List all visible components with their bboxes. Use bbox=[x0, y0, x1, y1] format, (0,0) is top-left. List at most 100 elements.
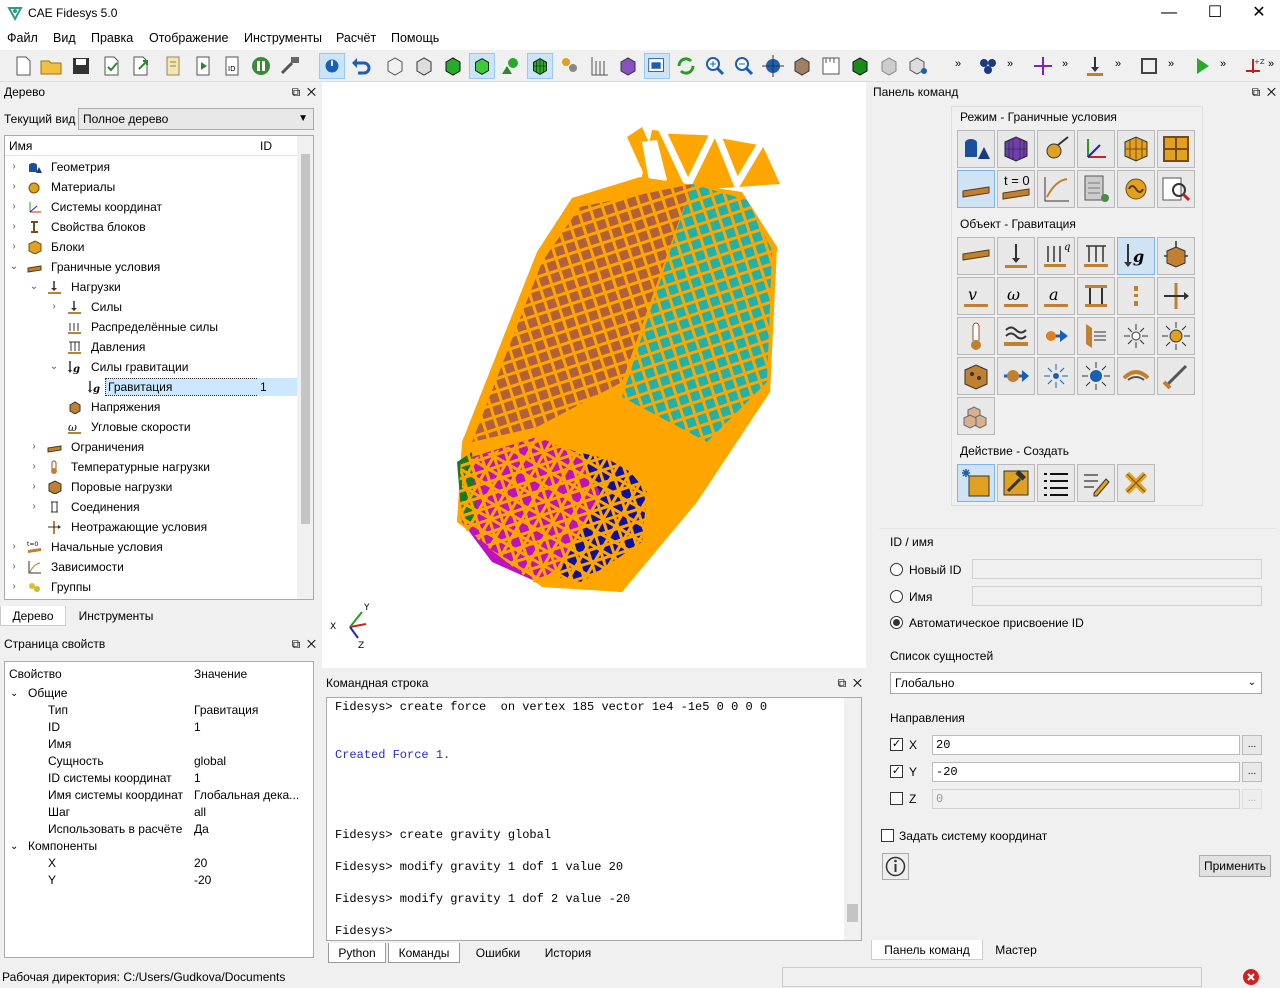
axis-grid-icon[interactable] bbox=[586, 53, 612, 79]
toolbar-overflow-6[interactable]: » bbox=[1220, 58, 1226, 70]
tree-item[interactable]: ⌄ Граничные условия bbox=[5, 257, 297, 277]
obj-nonreflecting-button[interactable] bbox=[957, 397, 995, 435]
dir-z-input[interactable]: 0 bbox=[932, 789, 1240, 809]
cluster-icon[interactable] bbox=[975, 53, 1001, 79]
dir-z-checkbox[interactable] bbox=[890, 792, 903, 805]
action-edit-list-button[interactable] bbox=[1077, 464, 1115, 502]
new-id-radio[interactable] bbox=[890, 563, 903, 576]
zoom-in-icon[interactable] bbox=[702, 53, 728, 79]
tab-history[interactable]: История bbox=[534, 943, 602, 963]
group-bodies-icon[interactable] bbox=[556, 53, 582, 79]
id-file-icon[interactable]: ID bbox=[219, 53, 245, 79]
new-file-icon[interactable] bbox=[10, 53, 36, 79]
purple-cube-icon[interactable] bbox=[615, 53, 641, 79]
chevron-down-icon[interactable]: ⌄ bbox=[49, 357, 59, 377]
obj-source-button[interactable] bbox=[1037, 357, 1075, 395]
chevron-right-icon[interactable]: › bbox=[9, 537, 19, 557]
run-script-icon[interactable] bbox=[190, 53, 216, 79]
results-axis-icon[interactable]: +Z bbox=[1240, 53, 1266, 79]
dir-z-browse-button[interactable]: ... bbox=[1242, 789, 1262, 809]
minimize-button[interactable]: — bbox=[1146, 0, 1192, 28]
force-down-icon[interactable] bbox=[1082, 53, 1108, 79]
dir-y-checkbox[interactable]: ✓ bbox=[890, 765, 903, 778]
toolbar-overflow-4[interactable]: » bbox=[1115, 58, 1121, 70]
frame-icon[interactable] bbox=[1136, 53, 1162, 79]
tab-tree[interactable]: Дерево bbox=[0, 606, 66, 626]
tree-item[interactable]: › Геометрия bbox=[5, 157, 297, 177]
chevron-right-icon[interactable]: › bbox=[9, 577, 19, 597]
toolbar-overflow-1[interactable]: » bbox=[955, 58, 961, 70]
tree-col-id[interactable]: ID bbox=[260, 139, 272, 153]
toolbar-overflow-2[interactable]: » bbox=[1007, 58, 1013, 70]
menu-display[interactable]: Отображение bbox=[149, 31, 228, 45]
mode-block-props-button[interactable] bbox=[1157, 130, 1195, 168]
tree-item[interactable]: ω Угловые скорости bbox=[5, 417, 297, 437]
entities-select[interactable]: Глобально ⌄ bbox=[890, 672, 1262, 694]
save-icon[interactable] bbox=[68, 53, 94, 79]
tree-item[interactable]: Напряжения bbox=[5, 397, 297, 417]
obj-contact-button[interactable] bbox=[1117, 357, 1155, 395]
tree-item[interactable]: › Ограничения bbox=[5, 437, 297, 457]
chevron-right-icon[interactable]: › bbox=[49, 297, 59, 317]
mode-inspect-button[interactable] bbox=[1157, 170, 1195, 208]
tree-item[interactable]: Распределённые силы bbox=[5, 317, 297, 337]
chevron-right-icon[interactable]: › bbox=[29, 437, 39, 457]
tree-item[interactable]: ⌄ g Силы гравитации bbox=[5, 357, 297, 377]
tree-view[interactable]: Имя ID › Геометрия › Материалы › Системы коор… bbox=[4, 135, 314, 600]
obj-acceleration-button[interactable]: a bbox=[1037, 277, 1075, 315]
hidden-line-cube-icon[interactable] bbox=[411, 53, 437, 79]
mode-mesh-button[interactable] bbox=[997, 130, 1035, 168]
smooth-shade-button[interactable] bbox=[469, 53, 495, 79]
tree-item[interactable]: Неотражающие условия bbox=[5, 517, 297, 537]
zoom-out-icon[interactable] bbox=[731, 53, 757, 79]
shaded-cube-icon[interactable] bbox=[440, 53, 466, 79]
tab-wizard[interactable]: Мастер bbox=[983, 940, 1049, 960]
tree-panel-buttons[interactable]: ⧉ ✕ bbox=[292, 82, 316, 102]
action-create-button[interactable] bbox=[957, 464, 995, 502]
select-mode-button[interactable] bbox=[319, 53, 345, 79]
ruler-icon[interactable] bbox=[818, 53, 844, 79]
chevron-right-icon[interactable]: › bbox=[9, 557, 19, 577]
props-panel-buttons[interactable]: ⧉ ✕ bbox=[292, 634, 316, 654]
geometry-shapes-icon[interactable] bbox=[498, 53, 524, 79]
obj-pressure-button[interactable] bbox=[1077, 237, 1115, 275]
tree-scrollbar[interactable] bbox=[297, 136, 313, 599]
transparent-cube-icon[interactable] bbox=[876, 53, 902, 79]
cmd-scroll-thumb[interactable] bbox=[847, 904, 858, 922]
apply-button[interactable]: Применить bbox=[1199, 855, 1271, 877]
crosshair-icon[interactable] bbox=[1030, 53, 1056, 79]
menu-view[interactable]: Вид bbox=[53, 31, 76, 45]
tab-tools[interactable]: Инструменты bbox=[66, 606, 166, 626]
obj-temperature-button[interactable] bbox=[957, 317, 995, 355]
chevron-right-icon[interactable]: › bbox=[9, 177, 19, 197]
menu-tools[interactable]: Инструменты bbox=[244, 31, 322, 45]
view-fit-button[interactable] bbox=[644, 53, 670, 79]
obj-convection-button[interactable] bbox=[1037, 317, 1075, 355]
obj-sink-button[interactable] bbox=[1077, 357, 1115, 395]
maximize-button[interactable]: ☐ bbox=[1192, 0, 1238, 28]
tree-item[interactable]: Давления bbox=[5, 337, 297, 357]
action-list-button[interactable] bbox=[1037, 464, 1075, 502]
auto-id-radio[interactable] bbox=[890, 616, 903, 629]
coord-system-checkbox[interactable] bbox=[881, 829, 894, 842]
settings-tools-icon[interactable] bbox=[277, 53, 303, 79]
toolbar-overflow-7[interactable]: » bbox=[1268, 58, 1274, 70]
tree-item[interactable]: › t=0 Начальные условия bbox=[5, 537, 297, 557]
solid-green-icon[interactable] bbox=[847, 53, 873, 79]
menu-calc[interactable]: Расчёт bbox=[336, 31, 376, 45]
open-folder-icon[interactable] bbox=[38, 53, 64, 79]
obj-angular-velocity-button[interactable]: ω bbox=[997, 277, 1035, 315]
tree-item[interactable]: › Поровые нагрузки bbox=[5, 477, 297, 497]
dir-x-checkbox[interactable]: ✓ bbox=[890, 738, 903, 751]
info-button[interactable] bbox=[882, 853, 909, 880]
mode-initial-cond-button[interactable]: t = 0 bbox=[997, 170, 1035, 208]
mode-coord-system-button[interactable] bbox=[1077, 130, 1115, 168]
dir-y-browse-button[interactable]: ... bbox=[1242, 762, 1262, 782]
chevron-right-icon[interactable]: › bbox=[9, 197, 19, 217]
obj-constraint-button[interactable] bbox=[957, 237, 995, 275]
export-icon[interactable] bbox=[127, 53, 153, 79]
run-icon[interactable] bbox=[1189, 53, 1215, 79]
toolbar-overflow-3[interactable]: » bbox=[1062, 58, 1068, 70]
tree-item[interactable]: › Соединения bbox=[5, 497, 297, 517]
action-delete-button[interactable] bbox=[1117, 464, 1155, 502]
